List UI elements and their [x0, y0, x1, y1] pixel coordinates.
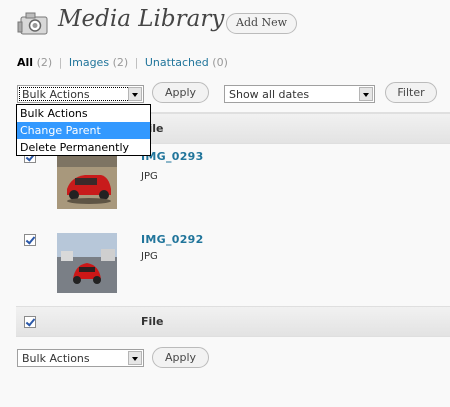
date-filter-value: Show all dates: [229, 88, 310, 101]
dropdown-option-delete-permanently[interactable]: Delete Permanently: [17, 139, 150, 156]
filter-unattached-count: (0): [212, 56, 228, 69]
chevron-down-icon[interactable]: [128, 351, 142, 365]
bulk-actions-value: Bulk Actions: [22, 352, 90, 365]
apply-button-bottom[interactable]: Apply: [152, 347, 209, 368]
chevron-down-icon[interactable]: [128, 87, 142, 101]
filter-images-count: (2): [112, 56, 129, 69]
filter-unattached-link[interactable]: Unattached: [145, 56, 209, 69]
filter-button[interactable]: Filter: [385, 82, 437, 103]
filter-separator: |: [134, 56, 139, 69]
media-thumbnail[interactable]: [57, 233, 117, 293]
media-type-filters: All (2) | Images (2) | Unattached (0): [17, 56, 228, 69]
bulk-actions-select-bottom[interactable]: Bulk Actions: [17, 349, 144, 367]
add-new-button[interactable]: Add New: [226, 13, 298, 34]
filter-images-link[interactable]: Images: [69, 56, 109, 69]
bulk-actions-select-top[interactable]: Bulk Actions: [17, 85, 144, 103]
bulk-actions-dropdown: Bulk Actions Change Parent Delete Perman…: [16, 104, 151, 156]
column-file-footer[interactable]: File: [141, 315, 164, 328]
date-filter-select[interactable]: Show all dates: [224, 85, 375, 103]
file-type: JPG: [141, 171, 158, 182]
table-footer: File: [16, 306, 450, 337]
bulk-actions-value: Bulk Actions: [22, 88, 90, 101]
table-row: IMG_0292 JPG: [16, 226, 450, 309]
select-all-checkbox-footer[interactable]: [24, 316, 36, 328]
filter-all-count: (2): [36, 56, 53, 69]
dropdown-option-bulk-actions[interactable]: Bulk Actions: [17, 105, 150, 122]
media-thumbnail[interactable]: [57, 149, 117, 209]
row-checkbox[interactable]: [24, 234, 36, 246]
table-row: IMG_0293 JPG: [16, 144, 450, 227]
dropdown-option-change-parent[interactable]: Change Parent: [17, 122, 150, 139]
filter-separator: |: [58, 56, 63, 69]
filter-all-link[interactable]: All: [17, 56, 33, 69]
file-title-link[interactable]: IMG_0292: [141, 233, 204, 246]
file-type: JPG: [141, 251, 158, 262]
page-title: Media Library: [58, 6, 225, 32]
media-camera-icon: [17, 10, 51, 38]
chevron-down-icon[interactable]: [359, 87, 373, 101]
apply-button-top[interactable]: Apply: [152, 82, 209, 103]
